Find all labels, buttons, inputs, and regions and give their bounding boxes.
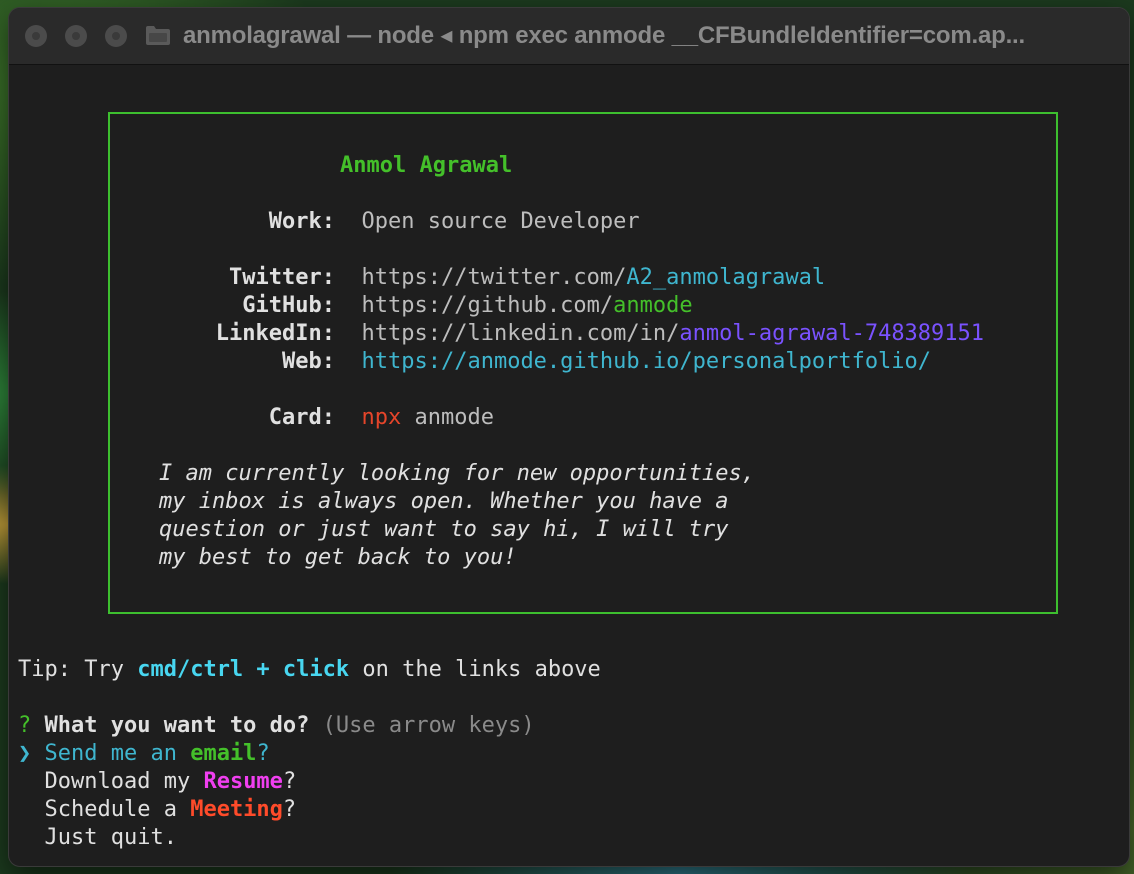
option-suffix: ?: [282, 769, 297, 794]
web-row: Web: https://anmode.github.io/personalpo…: [9, 348, 931, 376]
bio-line-3: question or just want to say hi, I will …: [159, 517, 729, 542]
card-cmd-row: Card: npx anmode: [9, 404, 494, 432]
prompt-question: What you want to do?: [44, 713, 310, 738]
title-bar: anmolagrawal — node ◂ npm exec anmode __…: [9, 8, 1129, 65]
github-handle: anmode: [613, 293, 693, 318]
terminal-content: Anmol Agrawal Work: Open source Develope…: [9, 65, 1129, 866]
prompt-hint: (Use arrow keys): [322, 713, 535, 738]
package-name: anmode: [414, 405, 494, 430]
minimize-button[interactable]: [65, 25, 87, 47]
web-link[interactable]: https://anmode.github.io/personalportfol…: [362, 349, 932, 374]
work-row: Work: Open source Developer: [9, 208, 640, 236]
linkedin-prefix: https://linkedin.com/in/: [361, 321, 680, 346]
email-highlight: email: [190, 741, 257, 766]
close-button[interactable]: [25, 25, 47, 47]
github-link[interactable]: https://github.com/anmode: [362, 293, 693, 318]
twitter-label: Twitter:: [229, 265, 335, 290]
meeting-highlight: Meeting: [190, 797, 283, 822]
bio-line-4: my best to get back to you!: [159, 545, 517, 570]
option-text: Send me an: [44, 741, 191, 766]
zoom-button[interactable]: [105, 25, 127, 47]
github-label: GitHub:: [242, 293, 335, 318]
terminal-window: anmolagrawal — node ◂ npm exec anmode __…: [9, 8, 1129, 866]
linkedin-row: LinkedIn: https://linkedin.com/in/anmol-…: [9, 320, 984, 348]
bio-line-2: my inbox is always open. Whether you hav…: [159, 489, 729, 514]
pointer-icon: ❯: [18, 741, 32, 766]
menu-option-quit[interactable]: Just quit.: [18, 824, 177, 852]
web-label: Web:: [282, 349, 335, 374]
tip-line: Tip: Try cmd/ctrl + click on the links a…: [18, 656, 601, 684]
option-text: Just quit.: [44, 825, 177, 850]
menu-option-email[interactable]: ❯ Send me an email?: [18, 740, 270, 768]
card-label: Card:: [268, 405, 335, 430]
option-text: Schedule a: [44, 797, 191, 822]
linkedin-handle: anmol-agrawal-748389151: [679, 321, 985, 346]
github-row: GitHub: https://github.com/anmode: [9, 292, 693, 320]
question-marker: ?: [18, 713, 32, 738]
option-suffix: ?: [256, 741, 270, 766]
linkedin-label: LinkedIn:: [215, 321, 335, 346]
prompt-question-row: ? What you want to do? (Use arrow keys): [18, 712, 535, 740]
twitter-prefix: https://twitter.com/: [361, 265, 627, 290]
option-text: Download my: [44, 769, 204, 794]
tip-suffix: on the links above: [349, 657, 601, 682]
twitter-link[interactable]: https://twitter.com/A2_anmolagrawal: [362, 265, 826, 290]
twitter-row: Twitter: https://twitter.com/A2_anmolagr…: [9, 264, 825, 292]
linkedin-link[interactable]: https://linkedin.com/in/anmol-agrawal-74…: [362, 321, 985, 346]
twitter-handle: A2_anmolagrawal: [626, 265, 826, 290]
window-title: anmolagrawal — node ◂ npm exec anmode __…: [183, 22, 1025, 49]
menu-option-resume[interactable]: Download my Resume?: [18, 768, 297, 796]
card-name: Anmol Agrawal: [340, 153, 513, 178]
github-prefix: https://github.com/: [361, 293, 614, 318]
bio-line-1: I am currently looking for new opportuni…: [159, 461, 756, 486]
menu-option-meeting[interactable]: Schedule a Meeting?: [18, 796, 297, 824]
tip-shortcut: cmd/ctrl + click: [137, 657, 350, 682]
npx-command: npx: [361, 405, 402, 430]
option-suffix: ?: [282, 797, 297, 822]
work-value: Open source Developer: [361, 209, 640, 234]
resume-highlight: Resume: [203, 769, 283, 794]
folder-icon: [146, 26, 170, 45]
work-label: Work:: [268, 209, 335, 234]
tip-prefix: Tip: Try: [18, 657, 138, 682]
